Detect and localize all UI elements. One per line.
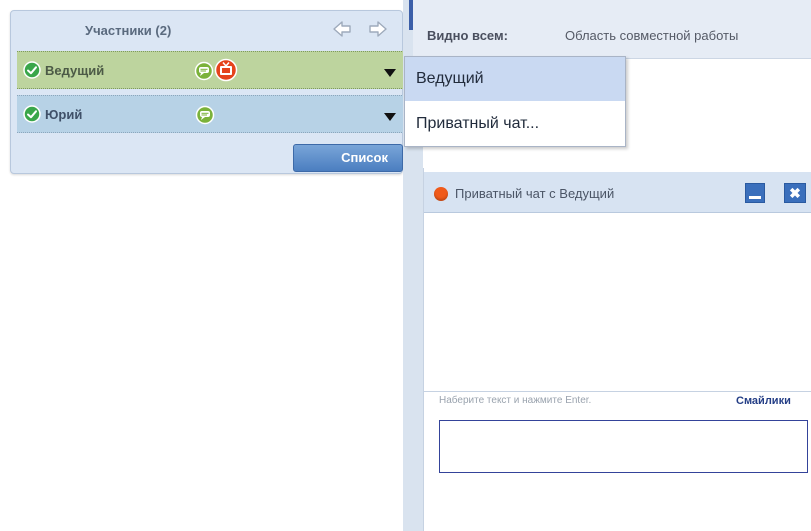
chat-titlebar[interactable]: Приватный чат с Ведущий ✖ — [424, 172, 811, 213]
panel-title: Участники (2) — [85, 23, 172, 38]
workspace-label[interactable]: Область совместной работы — [565, 28, 738, 43]
message-input[interactable] — [439, 420, 808, 473]
chat-history — [424, 213, 811, 392]
visibility-label: Видно всем: — [427, 28, 508, 43]
participant-name: Ведущий — [45, 63, 105, 78]
panel-header: Участники (2) — [11, 11, 402, 47]
private-chat-window: Приватный чат с Ведущий ✖ Наберите текст… — [423, 168, 811, 531]
input-hint: Наберите текст и нажмите Enter. — [439, 395, 592, 406]
chat-bubble-icon[interactable] — [195, 105, 215, 125]
app-root: Участники (2) Ведущий Юрий Список Видно … — [0, 0, 811, 531]
arrow-right-icon[interactable] — [367, 19, 389, 39]
participant-row-user[interactable]: Юрий — [17, 95, 404, 133]
chat-bubble-icon[interactable] — [194, 61, 214, 81]
check-circle-icon — [23, 61, 41, 79]
participant-context-menu: Ведущий Приватный чат... — [404, 56, 626, 147]
check-circle-icon — [23, 105, 41, 123]
status-dot-icon — [434, 187, 448, 201]
triangle-down-icon[interactable] — [384, 109, 396, 121]
participants-panel: Участники (2) Ведущий Юрий Список — [10, 10, 404, 174]
menu-item-private-chat[interactable]: Приватный чат... — [405, 102, 625, 146]
participant-row-host[interactable]: Ведущий — [17, 51, 404, 89]
chat-title: Приватный чат с Ведущий — [455, 186, 615, 201]
participant-name: Юрий — [45, 107, 83, 122]
triangle-down-icon[interactable] — [384, 65, 396, 77]
tv-icon[interactable] — [214, 58, 238, 82]
list-button[interactable]: Список — [293, 144, 403, 172]
smileys-link[interactable]: Смайлики — [736, 395, 791, 407]
menu-item-host[interactable]: Ведущий — [405, 57, 625, 101]
arrow-left-icon[interactable] — [331, 19, 353, 39]
minimize-button[interactable] — [745, 183, 765, 203]
close-button[interactable]: ✖ — [784, 183, 806, 203]
